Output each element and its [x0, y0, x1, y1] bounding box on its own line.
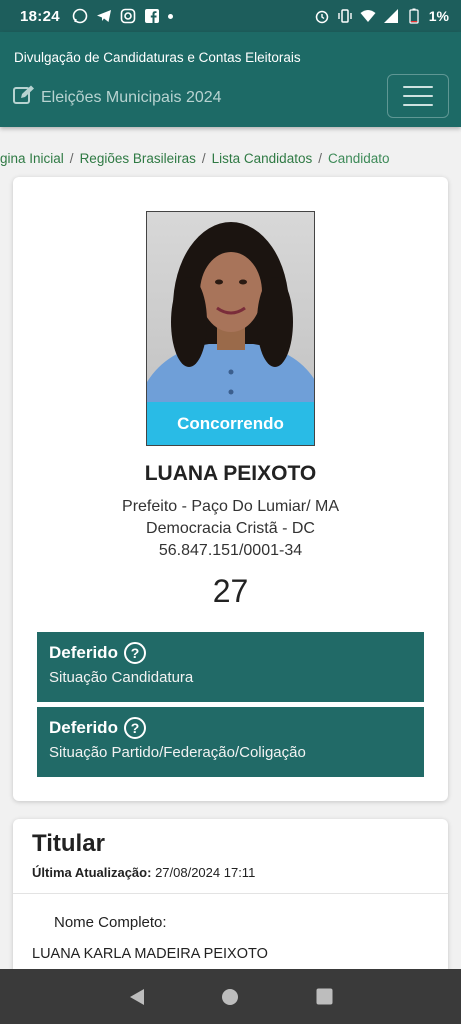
breadcrumb-regions[interactable]: Regiões Brasileiras [80, 151, 196, 166]
edit-icon [13, 85, 35, 110]
instagram-icon [120, 8, 136, 24]
facebook-icon [144, 8, 160, 24]
breadcrumb-separator: / [201, 150, 206, 166]
help-icon[interactable]: ? [123, 642, 146, 664]
breadcrumb-separator: / [318, 150, 322, 166]
party-status-box: Deferido ? Situação Partido/Federação/Co… [37, 707, 424, 777]
candidacy-status-box: Deferido ? Situação Candidatura [37, 632, 424, 702]
titular-title: Titular [32, 830, 105, 857]
breadcrumb: gina Inicial / Regiões Brasileiras / Lis… [0, 148, 390, 168]
menu-toggle-button[interactable] [387, 74, 449, 118]
titular-card: Titular Última Atualização: 27/08/2024 1… [13, 819, 448, 989]
candidate-card: Concorrendo LUANA PEIXOTO Prefeito - Paç… [13, 177, 448, 801]
site-subtitle: Divulgação de Candidaturas e Contas Elei… [14, 50, 301, 65]
signal-icon [383, 8, 399, 24]
candidate-name: LUANA PEIXOTO [144, 462, 317, 485]
divider [13, 893, 448, 894]
candidacy-status-title: Deferido [49, 643, 118, 662]
home-icon[interactable] [220, 987, 240, 1007]
party-status-desc: Situação Partido/Federação/Coligação [49, 744, 306, 761]
candidate-office: Prefeito - Paço Do Lumiar/ MA [122, 498, 339, 515]
recents-icon[interactable] [314, 987, 334, 1007]
hamburger-menu-icon [403, 86, 433, 88]
party-status-title: Deferido [49, 718, 118, 737]
system-status-bar: 18:24 1% [0, 0, 461, 32]
clock: 18:24 [20, 7, 60, 25]
breadcrumb-current: Candidato [327, 150, 390, 166]
battery-icon [406, 8, 422, 24]
last-update-value: 27/08/2024 17:11 [155, 865, 256, 880]
vibrate-icon [337, 8, 353, 24]
back-icon[interactable] [127, 987, 147, 1007]
full-name-value: LUANA KARLA MADEIRA PEIXOTO [32, 946, 268, 962]
candidacy-status-desc: Situação Candidatura [49, 669, 194, 686]
breadcrumb-separator: / [69, 150, 74, 166]
whatsapp-icon [72, 8, 88, 24]
last-update: Última Atualização: 27/08/2024 17:11 [32, 865, 255, 880]
candidate-cnpj: 56.847.151/0001-34 [158, 542, 303, 559]
brand-title: Eleições Municipais 2024 [41, 88, 222, 106]
breadcrumb-home[interactable]: gina Inicial [0, 151, 64, 166]
battery-percentage: 1% [428, 8, 449, 24]
brand-link[interactable]: Eleições Municipais 2024 [13, 85, 222, 110]
wifi-icon [360, 8, 376, 24]
candidate-party: Democracia Cristã - DC [146, 520, 315, 537]
candidate-photo: Concorrendo [146, 211, 315, 446]
system-navigation-bar [0, 969, 461, 1024]
help-icon[interactable]: ? [123, 717, 146, 739]
breadcrumb-candidate-list[interactable]: Lista Candidatos [212, 151, 313, 166]
telegram-icon [96, 8, 112, 24]
alarm-icon [314, 8, 330, 24]
status-badge: Concorrendo [147, 402, 314, 445]
candidate-number: 27 [212, 573, 249, 609]
last-update-label: Última Atualização: [32, 865, 152, 880]
full-name-label: Nome Completo: [54, 914, 167, 931]
app-header: Divulgação de Candidaturas e Contas Elei… [0, 32, 461, 127]
more-notifications-dot [167, 13, 173, 19]
